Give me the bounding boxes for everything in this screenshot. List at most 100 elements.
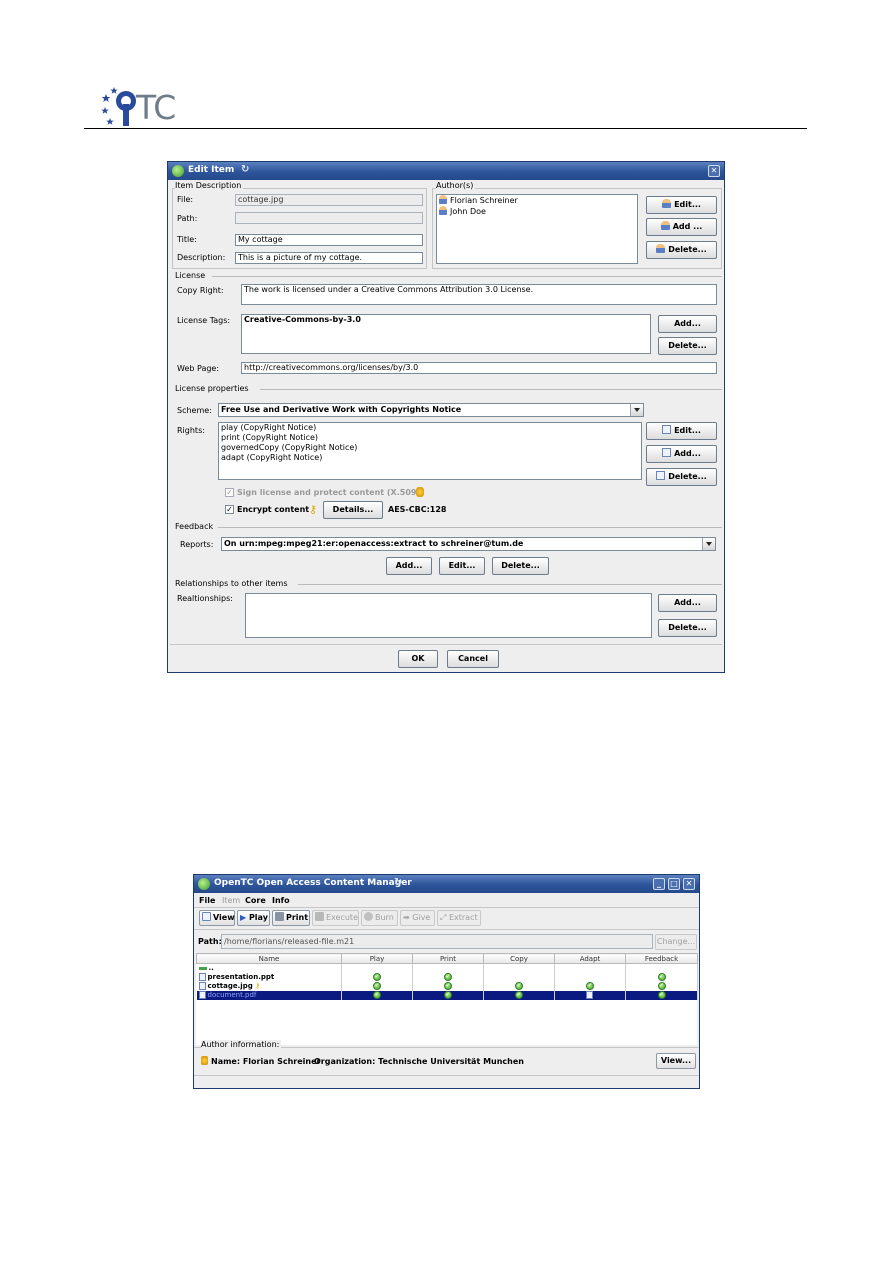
license-properties-divider	[260, 389, 722, 390]
menu-item[interactable]: Item	[222, 896, 240, 905]
print-button[interactable]: Print	[272, 910, 310, 926]
close-icon[interactable]: ✕	[708, 165, 720, 177]
ok-button[interactable]: OK	[398, 650, 438, 668]
feedback-delete-button[interactable]: Delete...	[492, 557, 549, 575]
dialog-title: Edit Item	[188, 165, 235, 175]
scheme-select[interactable]: Free Use and Derivative Work with Copyri…	[218, 403, 644, 417]
author-delete-button[interactable]: Delete...	[646, 241, 717, 259]
title-input[interactable]: My cottage	[235, 234, 423, 246]
toolbar-divider	[194, 929, 699, 930]
check-icon: ✓	[657, 991, 666, 999]
play-button[interactable]: ▶ Play	[237, 910, 270, 926]
menu-divider	[194, 907, 699, 908]
authors-list[interactable]: Florian Schreiner John Doe	[436, 194, 638, 264]
relationships-add-button[interactable]: Add...	[658, 594, 717, 612]
rights-delete-button[interactable]: Delete...	[646, 468, 717, 486]
list-item[interactable]: print (CopyRight Notice)	[219, 433, 641, 443]
check-icon: ✓	[515, 982, 523, 990]
manager-titlebar[interactable]: OpenTC Open Access Content Manager ↻ _ □…	[194, 875, 699, 893]
list-item[interactable]: Creative-Commons-by-3.0	[242, 315, 650, 325]
cancel-button[interactable]: Cancel	[447, 650, 499, 668]
menu-core[interactable]: Core	[245, 896, 266, 905]
relationships-heading: Relationships to other items	[175, 579, 288, 588]
document-icon	[198, 991, 206, 999]
document-add-icon	[662, 448, 672, 457]
list-item[interactable]: play (CopyRight Notice)	[219, 423, 641, 433]
path-field	[235, 212, 423, 224]
table-row[interactable]: cottage.jpg ⚷ ✓ ✓ ✓ ✓ ✓	[196, 981, 698, 991]
execute-button[interactable]: Execute	[312, 910, 359, 926]
chevron-down-icon[interactable]	[630, 404, 643, 416]
column-header-adapt[interactable]: Adapt	[554, 953, 626, 964]
reports-select[interactable]: On urn:mpeg:mpeg21:er:openaccess:extract…	[221, 537, 716, 551]
list-item[interactable]: John Doe	[437, 206, 637, 217]
file-label: File:	[177, 195, 194, 204]
rights-edit-button[interactable]: Edit...	[646, 422, 717, 440]
check-icon: ✓	[444, 973, 452, 981]
header-rule	[84, 128, 807, 129]
sign-license-checkbox[interactable]: ✓	[225, 488, 234, 497]
column-header-print[interactable]: Print	[412, 953, 484, 964]
view-button[interactable]: View	[199, 910, 235, 926]
relationships-list[interactable]	[245, 593, 652, 638]
document-edit-icon	[662, 425, 672, 434]
scheme-label: Scheme:	[177, 406, 212, 415]
maximize-icon[interactable]: □	[668, 878, 680, 890]
footer-divider	[170, 644, 722, 645]
column-header-feedback[interactable]: Feedback	[625, 953, 698, 964]
license-tag-delete-button[interactable]: Delete...	[658, 337, 717, 355]
table-row[interactable]: ..	[196, 963, 698, 973]
table-row-selected[interactable]: document.pdf ✓ ✓ ✓ ✓	[196, 990, 698, 1000]
rights-list[interactable]: play (CopyRight Notice) print (CopyRight…	[218, 422, 642, 480]
check-icon: ✓	[373, 973, 381, 981]
author-name: Name: Florian Schreiner	[211, 1057, 321, 1066]
list-item[interactable]: adapt (CopyRight Notice)	[219, 453, 641, 463]
column-header-name[interactable]: Name	[196, 953, 342, 964]
arrow-right-icon: ➡	[403, 913, 413, 922]
list-item[interactable]: Florian Schreiner	[437, 195, 637, 206]
feedback-edit-button[interactable]: Edit...	[439, 557, 485, 575]
authors-heading: Author(s)	[436, 181, 476, 190]
check-icon: ✓	[515, 991, 523, 999]
close-icon[interactable]: ✕	[683, 878, 695, 890]
column-header-copy[interactable]: Copy	[483, 953, 555, 964]
play-icon: ▶	[240, 913, 249, 922]
document-icon	[585, 991, 593, 999]
file-table: Name Play Print Copy Adapt Feedback .. p…	[196, 953, 698, 1045]
manager-title: OpenTC Open Access Content Manager	[214, 878, 412, 888]
dialog-titlebar[interactable]: Edit Item ↻ ✕	[168, 162, 724, 180]
disc-icon	[364, 912, 373, 921]
check-icon: ✓	[586, 982, 594, 990]
webpage-label: Web Page:	[177, 364, 220, 373]
feedback-add-button[interactable]: Add...	[386, 557, 432, 575]
license-tags-list[interactable]: Creative-Commons-by-3.0	[241, 314, 651, 354]
burn-button[interactable]: Burn	[361, 910, 398, 926]
list-item[interactable]: governedCopy (CopyRight Notice)	[219, 443, 641, 453]
menu-file[interactable]: File	[199, 896, 215, 905]
key-icon: ⚷	[252, 982, 261, 990]
view-icon	[202, 912, 211, 921]
license-tag-add-button[interactable]: Add...	[658, 315, 717, 333]
encrypt-content-checkbox[interactable]: ✓	[225, 505, 234, 514]
table-row[interactable]: presentation.ppt ✓ ✓ ✓	[196, 972, 698, 982]
author-add-button[interactable]: Add ...	[646, 218, 717, 236]
column-header-play[interactable]: Play	[341, 953, 413, 964]
encryption-details-button[interactable]: Details...	[323, 501, 383, 519]
license-heading: License	[175, 271, 206, 280]
minimize-icon[interactable]: _	[653, 878, 665, 890]
rights-add-button[interactable]: Add...	[646, 445, 717, 463]
copyright-textarea[interactable]: The work is licensed under a Creative Co…	[241, 284, 717, 305]
menu-info[interactable]: Info	[272, 896, 290, 905]
webpage-input[interactable]: http://creativecommons.org/licenses/by/3…	[241, 362, 717, 374]
give-button[interactable]: ➡ Give	[400, 910, 435, 926]
description-label: Description:	[177, 253, 226, 262]
extract-button[interactable]: ⤢ Extract	[437, 910, 481, 926]
change-path-button[interactable]: Change...	[655, 934, 697, 950]
view-author-button[interactable]: View...	[656, 1053, 696, 1069]
chevron-down-icon[interactable]	[702, 538, 715, 550]
edit-item-dialog: Edit Item ↻ ✕ Item Description File: cot…	[167, 161, 725, 673]
extract-icon: ⤢	[440, 913, 449, 922]
relationships-delete-button[interactable]: Delete...	[658, 619, 717, 637]
description-input[interactable]: This is a picture of my cottage.	[235, 252, 423, 264]
author-edit-button[interactable]: Edit...	[646, 196, 717, 214]
